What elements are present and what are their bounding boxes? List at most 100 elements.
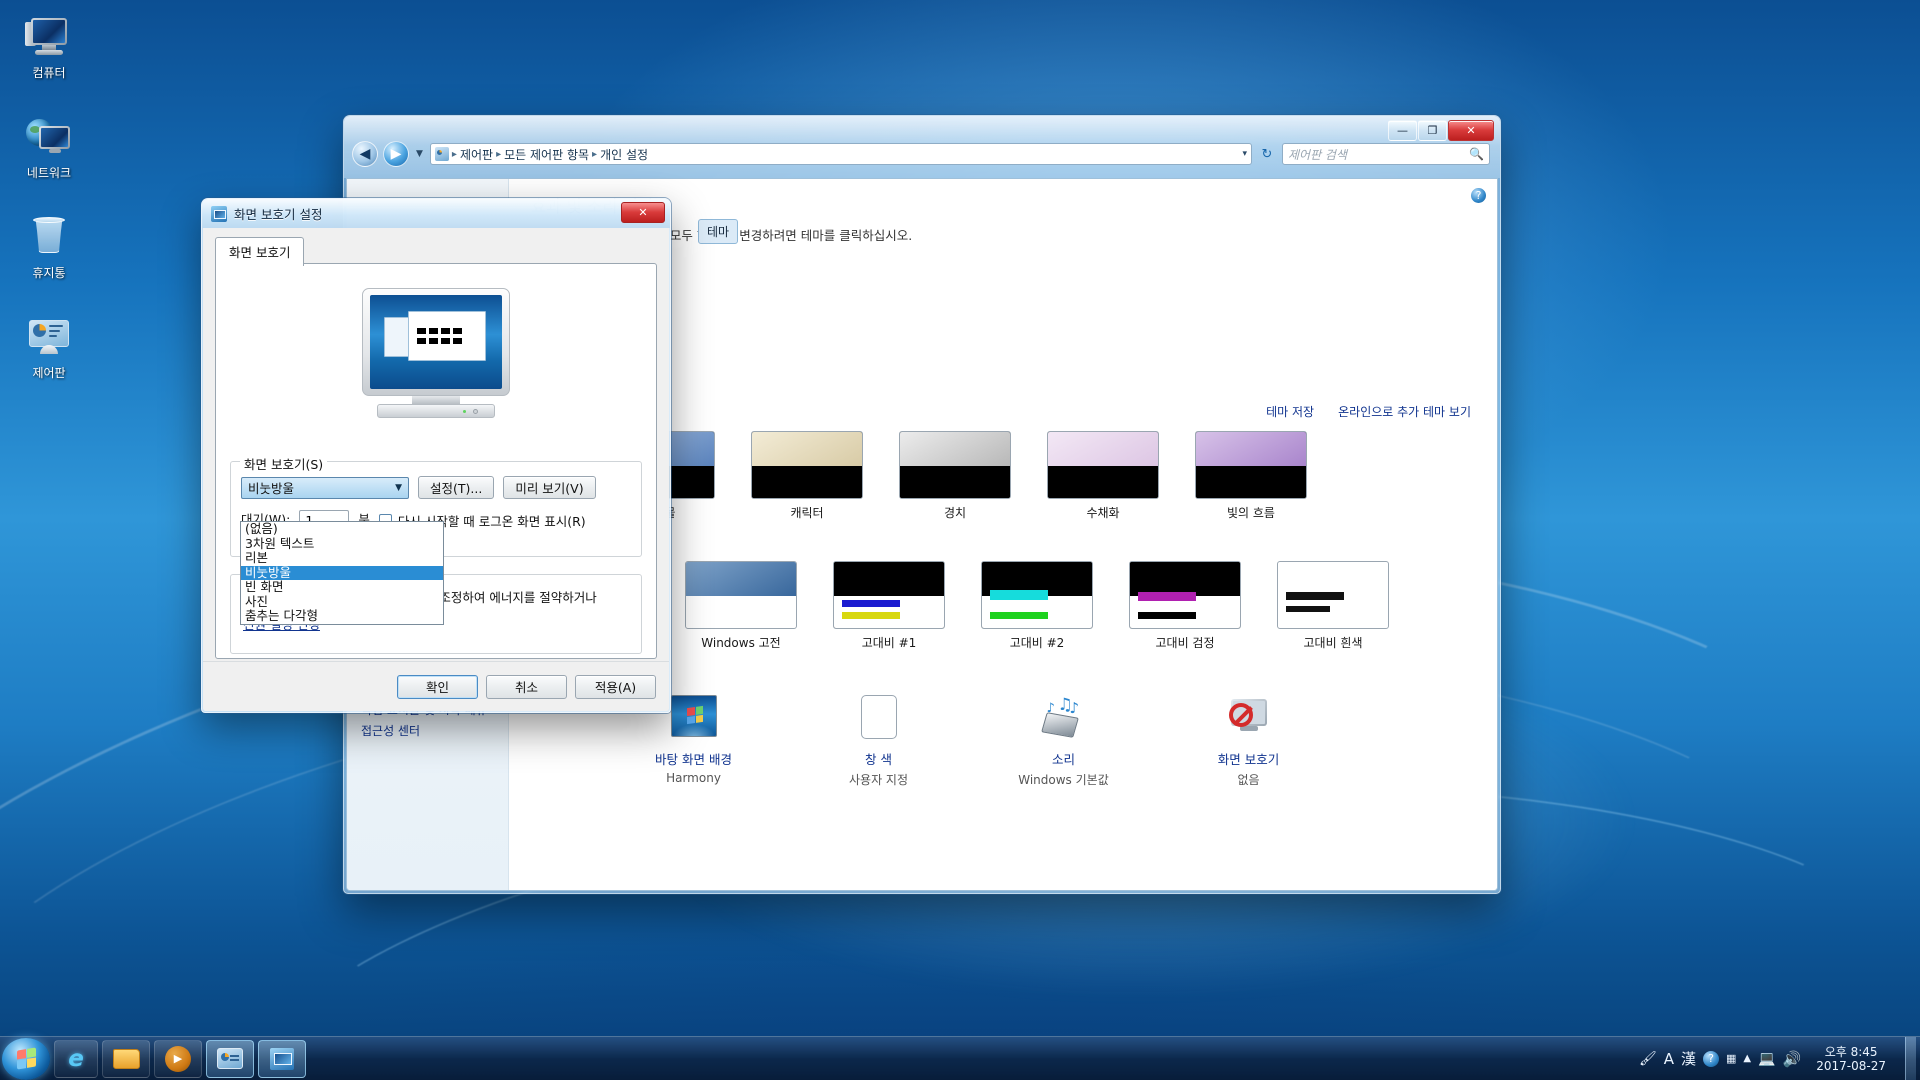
start-button[interactable] [2,1037,50,1080]
dropdown-option[interactable]: (없음) [241,521,443,537]
back-button[interactable]: ◀ [352,141,378,167]
network-icon[interactable]: 💻 [1758,1051,1775,1067]
ime-options-icon[interactable]: ▦ [1726,1052,1736,1065]
ime-language-icon[interactable]: A [1664,1050,1674,1068]
show-hidden-icons-button[interactable]: ▲ [1743,1053,1751,1064]
address-bar[interactable]: ▸ 제어판 ▸ 모든 제어판 항목 ▸ 개인 설정 ▾ [429,143,1252,165]
theme-action-links[interactable]: 테마 저장 온라인으로 추가 테마 보기 [1266,403,1471,420]
screen-saver-settings-dialog[interactable]: 화면 보호기 설정 ✕ 화면 보호기 화면 보호기(S) 비눗방울 ▼ 설정(T… [201,198,671,713]
dropdown-option[interactable]: 춤추는 다각형 [241,608,443,624]
control-panel-icon [25,314,73,362]
dropdown-option-selected[interactable]: 비눗방울 [241,565,443,580]
dialog-title-bar[interactable]: 화면 보호기 설정 ✕ [202,199,670,228]
theme-item[interactable]: 수채화 [1047,431,1159,521]
dropdown-option[interactable]: 빈 화면 [241,579,443,595]
clock[interactable]: 오후 8:45 2017-08-27 [1808,1045,1894,1073]
setting-sounds[interactable]: ♪ ♫ ♪ 소리 Windows 기본값 [971,695,1156,788]
window-color-icon [855,695,903,743]
sidebar-item-ease-of-access[interactable]: 접근성 센터 [361,721,487,742]
settings-button[interactable]: 설정(T)... [418,476,495,499]
breadcrumb-all-items[interactable]: 모든 제어판 항목 [504,146,589,163]
taskbar-item-screen-saver-settings[interactable] [258,1039,306,1078]
desktop-icon-control-panel[interactable]: 제어판 [6,314,92,380]
setting-link[interactable]: 창 색 [786,749,971,768]
setting-value: Harmony [666,771,721,785]
desktop-icon-network[interactable]: 네트워크 [6,114,92,180]
system-tray[interactable]: 🖌 A 漢 ? ▦ ▲ 💻 🔊 오후 8:45 2017-08-27 [1639,1036,1920,1080]
control-panel-icon [217,1048,243,1069]
theme-thumbnail [1129,561,1241,629]
breadcrumb-control-panel[interactable]: 제어판 [460,146,493,163]
minimize-button[interactable]: — [1388,120,1417,141]
apply-button[interactable]: 적용(A) [575,674,656,699]
theme-thumbnail [751,431,863,499]
address-dropdown-icon[interactable]: ▾ [1242,149,1247,159]
page-title: 효과 및 소리 변경 [531,193,1471,217]
save-theme-link[interactable]: 테마 저장 [1266,403,1314,420]
show-desktop-button[interactable] [1905,1036,1916,1080]
ime-pen-icon[interactable]: 🖌 [1639,1051,1657,1067]
taskbar-item-media-player[interactable]: ▶ [154,1039,202,1078]
network-icon [25,114,73,162]
setting-link[interactable]: 바탕 화면 배경 [601,749,786,768]
breadcrumb-separator: ▸ [592,148,598,160]
theme-item[interactable]: 고대비 #2 [981,561,1093,666]
taskbar-item-internet-explorer[interactable]: e [54,1039,98,1078]
breadcrumb-personalization[interactable]: 개인 설정 [600,146,648,163]
taskbar-item-control-panel[interactable] [206,1039,254,1078]
dropdown-option[interactable]: 사진 [241,594,443,610]
window-controls[interactable]: — ❐ ✕ [1388,120,1494,141]
screen-saver-dropdown-list[interactable]: (없음) 3차원 텍스트 리본 비눗방울 빈 화면 사진 춤추는 다각형 [240,521,444,625]
dropdown-option[interactable]: 리본 [241,550,443,566]
desktop-icon-recycle-bin[interactable]: 휴지통 [6,214,92,280]
theme-item[interactable]: 경치 [899,431,1011,521]
screen-saver-selected-value: 비눗방울 [248,481,295,496]
maximize-button[interactable]: ❐ [1418,120,1447,141]
theme-label: 고대비 #2 [1009,636,1065,650]
clock-time: 오후 8:45 [1824,1044,1878,1059]
theme-item[interactable]: Windows 고전 [685,561,797,666]
setting-value: 없음 [1237,773,1260,787]
recent-pages-dropdown-icon[interactable]: ▼ [414,149,425,159]
setting-link[interactable]: 화면 보호기 [1156,749,1341,768]
window-title-bar[interactable]: — ❐ ✕ ◀ ▶ ▼ ▸ 제어판 ▸ 모든 제어판 항목 ▸ 개인 설정 ▾ … [344,116,1500,178]
ok-button[interactable]: 확인 [397,674,478,699]
close-button[interactable]: ✕ [1448,120,1494,141]
dialog-footer: 확인 취소 적용(A) [203,661,669,711]
dropdown-option[interactable]: 3차원 텍스트 [241,536,443,552]
theme-item[interactable]: 고대비 검정 [1129,561,1241,666]
setting-window-color[interactable]: 창 색 사용자 지정 [786,695,971,788]
theme-item[interactable]: 빛의 흐름 [1195,431,1307,521]
get-more-themes-link[interactable]: 온라인으로 추가 테마 보기 [1338,403,1471,420]
screen-saver-combo[interactable]: 비눗방울 ▼ [241,476,409,499]
media-player-icon: ▶ [165,1045,191,1072]
desktop-icon-label: 컴퓨터 [32,66,66,80]
ime-hanja-icon[interactable]: 漢 [1681,1048,1696,1069]
search-input[interactable]: 제어판 검색 🔍 [1282,143,1490,165]
tab-strip[interactable]: 화면 보호기 [203,228,669,266]
theme-item[interactable]: 캐릭터 [751,431,863,521]
taskbar[interactable]: e ▶ 🖌 A 漢 ? ▦ ▲ 💻 🔊 오후 8:45 2017-08-27 [0,1036,1920,1080]
desktop-icon-computer[interactable]: 컴퓨터 [6,14,92,80]
forward-button[interactable]: ▶ [383,141,409,167]
volume-icon[interactable]: 🔊 [1783,1050,1802,1068]
help-button[interactable]: ? [1470,187,1487,204]
taskbar-item-explorer[interactable] [102,1039,150,1078]
setting-screen-saver[interactable]: 화면 보호기 없음 [1156,695,1341,788]
tab-screen-saver[interactable]: 화면 보호기 [215,237,305,266]
folder-icon [112,1048,140,1069]
theme-thumbnail [899,431,1011,499]
preview-button[interactable]: 미리 보기(V) [503,476,596,499]
navigation-bar[interactable]: ◀ ▶ ▼ ▸ 제어판 ▸ 모든 제어판 항목 ▸ 개인 설정 ▾ ↻ 제어판 … [352,140,1490,168]
theme-item[interactable]: 고대비 흰색 [1277,561,1389,666]
ime-help-icon[interactable]: ? [1703,1050,1720,1067]
theme-label: 고대비 검정 [1155,636,1215,650]
refresh-button[interactable]: ↻ [1257,143,1277,165]
dialog-close-button[interactable]: ✕ [621,202,665,223]
setting-link[interactable]: 소리 [971,749,1156,768]
theme-label: 캐릭터 [790,506,824,520]
search-icon: 🔍 [1469,147,1484,161]
theme-item[interactable]: 고대비 #1 [833,561,945,666]
internet-explorer-icon: e [68,1045,84,1072]
cancel-button[interactable]: 취소 [486,674,567,699]
